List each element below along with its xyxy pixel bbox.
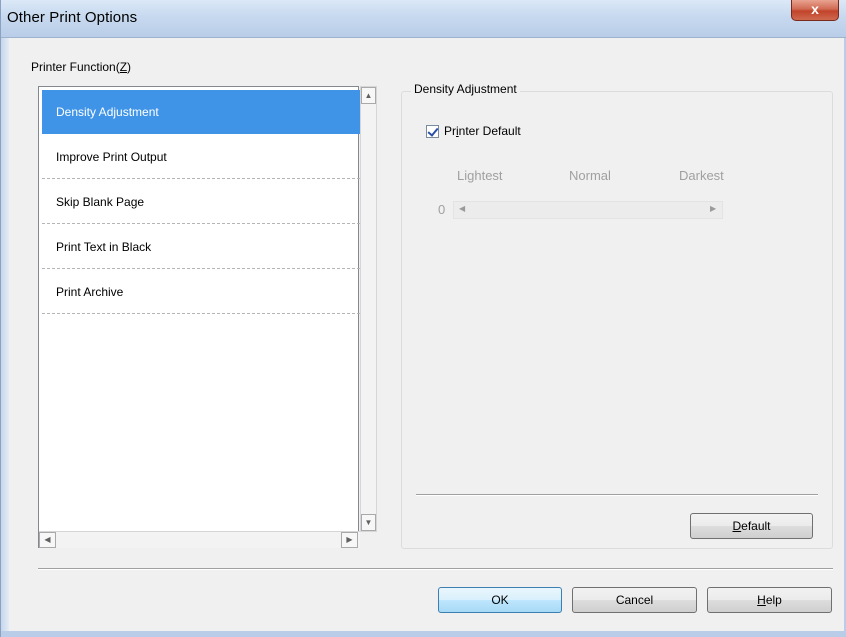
- scale-darkest-label: Darkest: [679, 168, 724, 183]
- density-adjustment-group: [401, 91, 833, 549]
- window-frame-bottom: [1, 631, 846, 637]
- close-icon: x: [811, 1, 819, 17]
- dialog-window: Other Print Options x Printer Function(Z…: [0, 0, 846, 637]
- list-horizontal-scrollbar[interactable]: ◀ ▶: [39, 531, 360, 548]
- density-value: 0: [438, 202, 446, 217]
- printer-default-label: Printer Default: [444, 124, 521, 138]
- printer-function-label: Printer Function(Z): [31, 60, 132, 74]
- group-separator: [416, 494, 818, 496]
- scroll-left-icon[interactable]: ◀: [39, 532, 56, 548]
- printer-default-checkbox[interactable]: [426, 124, 439, 138]
- list-item-density-adjustment[interactable]: Density Adjustment: [42, 90, 360, 134]
- ok-button[interactable]: OK: [438, 587, 562, 613]
- dialog-separator: [38, 568, 833, 570]
- list-item-skip-blank-page[interactable]: Skip Blank Page: [42, 180, 360, 224]
- cancel-button[interactable]: Cancel: [572, 587, 697, 613]
- scroll-right-icon[interactable]: ▶: [341, 532, 358, 548]
- close-button[interactable]: x: [791, 0, 839, 21]
- printer-default-checkbox-row[interactable]: Printer Default: [426, 124, 521, 138]
- list-item-print-text-in-black[interactable]: Print Text in Black: [42, 225, 360, 269]
- density-slider[interactable]: ◀ ▶: [453, 201, 723, 219]
- window-frame-left: [1, 38, 9, 637]
- list-item-print-archive[interactable]: Print Archive: [42, 270, 360, 314]
- help-button[interactable]: Help: [707, 587, 832, 613]
- scroll-down-icon[interactable]: ▼: [361, 514, 376, 531]
- window-title: Other Print Options: [7, 9, 138, 26]
- scale-lightest-label: Lightest: [457, 168, 503, 183]
- density-group-title: Density Adjustment: [411, 82, 520, 96]
- list-item-improve-print-output[interactable]: Improve Print Output: [42, 135, 360, 179]
- title-bar[interactable]: Other Print Options x: [1, 0, 846, 38]
- default-button[interactable]: Default: [690, 513, 813, 539]
- scale-normal-label: Normal: [569, 168, 611, 183]
- slider-left-arrow-icon[interactable]: ◀: [459, 204, 465, 213]
- list-vertical-scrollbar[interactable]: ▲ ▼: [360, 86, 377, 532]
- scroll-up-icon[interactable]: ▲: [361, 87, 376, 104]
- slider-right-arrow-icon[interactable]: ▶: [710, 204, 716, 213]
- printer-function-list[interactable]: Density Adjustment Improve Print Output …: [38, 86, 360, 548]
